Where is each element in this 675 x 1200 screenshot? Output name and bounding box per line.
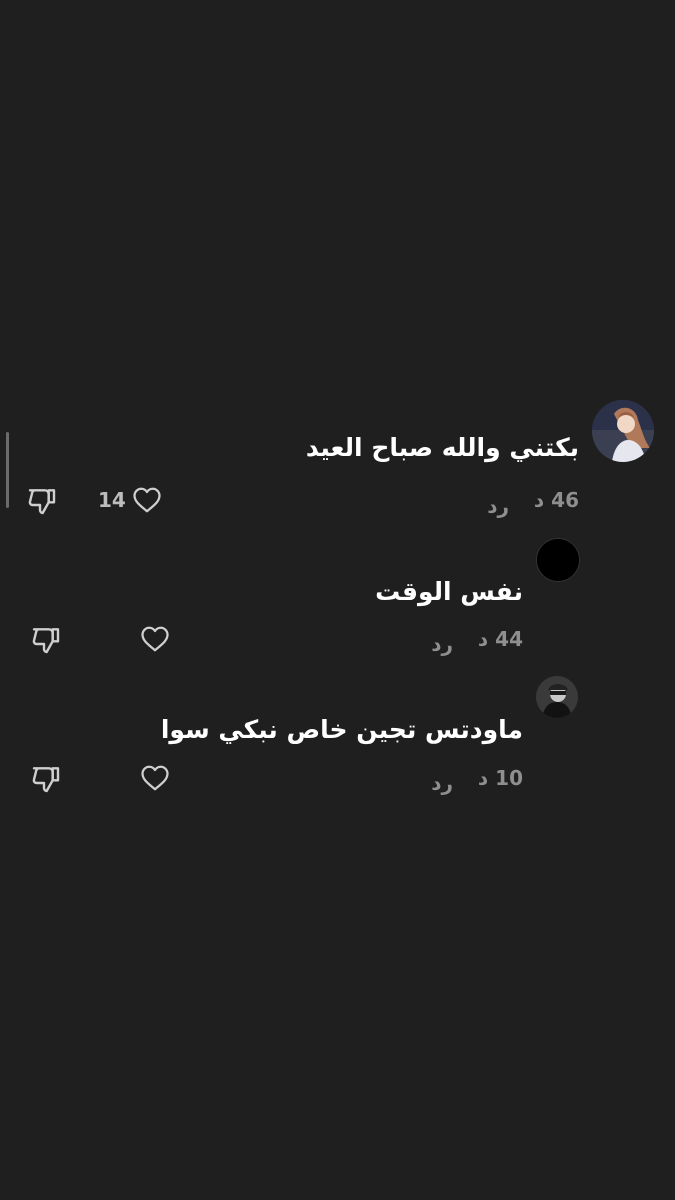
user-avatar[interactable] xyxy=(536,676,578,718)
like-count: 14 xyxy=(98,488,126,512)
thumbs-down-outline-icon[interactable] xyxy=(30,625,62,655)
comment-text: ماودتس تجين خاص نبكي سوا xyxy=(160,715,523,744)
comment-text: نفس الوقت xyxy=(375,577,523,606)
like-group xyxy=(134,764,170,792)
reply-button[interactable]: رد xyxy=(431,632,453,656)
reply-button[interactable]: رد xyxy=(431,771,453,795)
comments-screen: بكتني والله صباح العيد 46 د رد 14 نفس ال… xyxy=(0,0,675,1200)
thumbs-down-outline-icon[interactable] xyxy=(26,486,58,516)
next-item-cutoff xyxy=(470,812,530,818)
black-circle-icon xyxy=(537,539,579,581)
reply-button[interactable]: رد xyxy=(487,494,509,518)
user-avatar[interactable] xyxy=(592,400,654,462)
thumbs-down-outline-icon[interactable] xyxy=(30,764,62,794)
comment-meta: 10 د xyxy=(478,766,523,790)
comment-time: 10 د xyxy=(477,766,523,790)
monochrome-photo-icon xyxy=(536,676,578,718)
user-avatar[interactable] xyxy=(536,538,580,582)
comment-time: 44 د xyxy=(477,627,523,651)
reply-row: رد xyxy=(431,632,453,656)
comment-meta: 44 د xyxy=(478,627,523,651)
reply-row: رد xyxy=(431,771,453,795)
comment-time: 46 د xyxy=(533,488,579,512)
heart-outline-icon[interactable] xyxy=(132,486,162,514)
reply-row: رد xyxy=(487,494,509,518)
woman-portrait-icon xyxy=(592,400,654,462)
scroll-indicator[interactable] xyxy=(6,432,9,508)
heart-outline-icon[interactable] xyxy=(140,764,170,792)
like-group xyxy=(134,625,170,653)
heart-outline-icon[interactable] xyxy=(140,625,170,653)
like-group: 14 xyxy=(98,486,162,514)
comment-meta: 46 د xyxy=(534,488,579,512)
comment-text: بكتني والله صباح العيد xyxy=(305,433,579,462)
